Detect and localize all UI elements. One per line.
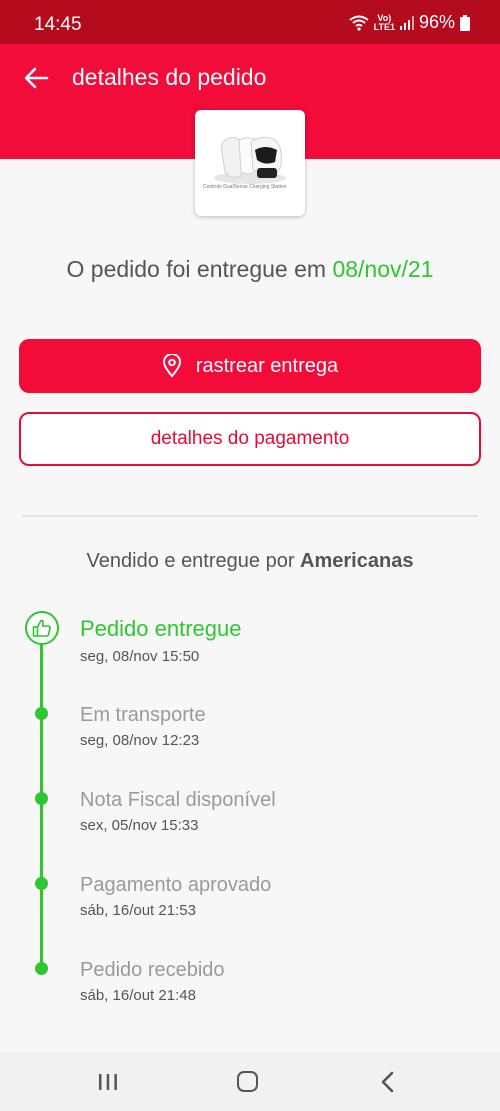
timeline-step-date: seg, 08/nov 12:23 <box>80 732 200 749</box>
timeline-step-title: Nota Fiscal disponível <box>80 789 276 811</box>
recent-apps-icon[interactable] <box>98 1073 118 1091</box>
network-label: Vo) LTE1 <box>373 13 395 32</box>
status-bar: 14:45 Vo) LTE1 96% <box>0 0 500 44</box>
track-delivery-button[interactable]: rastrear entrega <box>19 339 481 393</box>
track-delivery-label: rastrear entrega <box>195 354 339 377</box>
timeline-dot <box>35 962 48 975</box>
timeline-step-date: sáb, 16/out 21:53 <box>80 902 196 919</box>
product-caption: Controle DualSense Charging Station <box>203 184 287 190</box>
page-title: detalhes do pedido <box>72 64 267 90</box>
delivery-date: 08/nov/21 <box>332 256 434 282</box>
delivery-prefix: O pedido foi entregue em <box>66 256 327 282</box>
back-arrow-icon[interactable] <box>22 64 50 92</box>
seller-prefix: Vendido e entregue por <box>86 550 295 572</box>
timeline-step-title: Pagamento aprovado <box>80 874 272 896</box>
thumbs-up-icon <box>32 619 51 637</box>
timeline-step-date: seg, 08/nov 15:50 <box>80 648 200 665</box>
timeline-dot <box>35 707 48 720</box>
timeline-step-title: Pedido entregue <box>80 616 242 641</box>
delivery-status: O pedido foi entregue em 08/nov/21 <box>0 256 500 283</box>
timeline-step-date: sáb, 16/out 21:48 <box>80 987 196 1004</box>
battery-icon <box>460 14 470 31</box>
timeline-step-current <box>25 611 59 645</box>
network-label-bottom: LTE1 <box>373 21 395 32</box>
payment-details-label: detalhes do pagamento <box>150 428 350 449</box>
signal-icon <box>399 15 414 30</box>
timeline-step-date: sex, 05/nov 15:33 <box>80 817 199 834</box>
nav-back-icon[interactable] <box>378 1070 398 1094</box>
payment-details-button[interactable]: detalhes do pagamento <box>19 412 481 466</box>
seller-info: Vendido e entregue por Americanas <box>0 550 500 573</box>
product-image <box>214 136 286 184</box>
timeline-line <box>40 643 43 968</box>
product-thumbnail[interactable]: Controle DualSense Charging Station <box>195 110 305 216</box>
divider <box>22 515 478 517</box>
location-pin-icon <box>162 354 181 378</box>
timeline-step-title: Pedido recebido <box>80 959 225 981</box>
wifi-icon <box>349 15 369 31</box>
timeline-dot <box>35 792 48 805</box>
timeline-step-title: Em transporte <box>80 704 206 726</box>
home-icon[interactable] <box>237 1071 258 1092</box>
system-nav-bar <box>0 1052 500 1111</box>
battery-level: 96% <box>418 12 455 32</box>
status-time: 14:45 <box>34 14 82 35</box>
timeline-dot <box>35 877 48 890</box>
seller-name: Americanas <box>300 550 414 572</box>
